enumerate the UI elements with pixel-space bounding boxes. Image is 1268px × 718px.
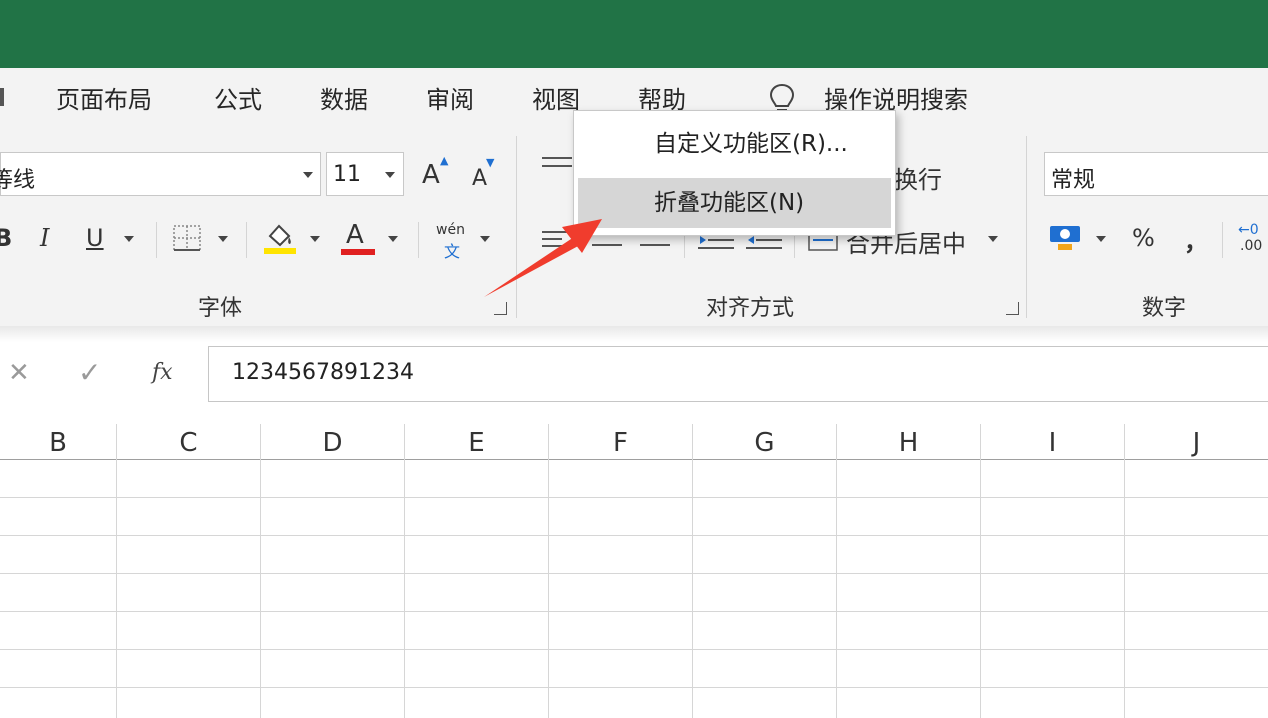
grow-font-button[interactable]: A ▲ (422, 154, 448, 190)
shrink-font-button[interactable]: A ▼ (472, 156, 494, 191)
group-label-alignment: 对齐方式 (706, 296, 795, 321)
font-size-dropdown[interactable]: 11 (326, 152, 404, 196)
tab-data[interactable]: 数据 (320, 80, 368, 115)
grid-line (692, 424, 693, 718)
column-header-f[interactable]: F (549, 426, 692, 460)
column-header-g[interactable]: G (693, 426, 836, 460)
column-header-d[interactable]: D (261, 426, 404, 460)
collapse-ribbon-item[interactable]: 折叠功能区(N) (578, 178, 891, 228)
chevron-down-icon (303, 172, 313, 178)
grid-line (0, 611, 1268, 612)
grid-line (836, 424, 837, 718)
formula-value: 1234567891234 (232, 360, 414, 385)
column-header-c[interactable]: C (117, 426, 260, 460)
font-size-value: 11 (333, 162, 361, 187)
chevron-down-icon[interactable] (218, 236, 228, 242)
column-header-h[interactable]: H (837, 426, 980, 460)
group-divider (1026, 136, 1027, 318)
align-top-icon[interactable] (542, 156, 572, 176)
grow-font-label: A (422, 160, 440, 190)
alignment-dialog-launcher-icon[interactable] (1006, 302, 1019, 315)
sheet-gap (0, 408, 1268, 424)
customize-ribbon-item[interactable]: 自定义功能区(R)... (578, 119, 891, 169)
group-label-number: 数字 (1142, 296, 1187, 321)
decrease-decimal-top[interactable]: ←0 (1238, 222, 1259, 238)
divider (1222, 222, 1223, 258)
phonetic-guide-bottom[interactable]: 文 (444, 238, 460, 262)
divider (156, 222, 157, 258)
tab-edge-fragment (0, 88, 4, 106)
comma-button[interactable]: ， (1184, 222, 1208, 257)
font-name-value: 等线 (0, 168, 36, 193)
chevron-down-icon[interactable] (124, 236, 134, 242)
borders-icon[interactable] (172, 224, 202, 252)
grid-line (0, 649, 1268, 650)
cancel-icon[interactable]: ✕ (8, 358, 30, 388)
chevron-down-icon[interactable] (988, 236, 998, 242)
divider (418, 222, 419, 258)
font-color-bar (341, 249, 375, 255)
tab-review[interactable]: 审阅 (426, 80, 474, 115)
font-color-button[interactable]: A (346, 220, 364, 250)
chevron-down-icon[interactable] (388, 236, 398, 242)
grid-line (1124, 424, 1125, 718)
font-name-dropdown[interactable]: 等线 (0, 152, 321, 196)
column-header-i[interactable]: I (981, 426, 1124, 460)
caret-down-icon: ▼ (486, 156, 495, 169)
chevron-down-icon[interactable] (1096, 236, 1106, 242)
accounting-format-icon[interactable] (1048, 222, 1086, 254)
title-bar (0, 0, 1268, 68)
grid-line (980, 424, 981, 718)
ribbon-shadow (0, 326, 1268, 342)
italic-button[interactable]: I (40, 224, 49, 252)
grid-line (0, 573, 1268, 574)
number-format-dropdown[interactable]: 常规 (1044, 152, 1268, 196)
insert-function-icon[interactable]: fx (152, 360, 173, 385)
chevron-down-icon (385, 172, 395, 178)
column-header-j[interactable]: J (1125, 426, 1268, 460)
grid-line (0, 687, 1268, 688)
grid-line (260, 424, 261, 718)
decrease-decimal-bottom[interactable]: .00 (1240, 238, 1262, 254)
tab-page-layout[interactable]: 页面布局 (56, 80, 152, 115)
number-format-value: 常规 (1051, 168, 1096, 193)
phonetic-guide-top[interactable]: wén (436, 222, 465, 238)
grid-line (548, 424, 549, 718)
annotation-arrow-icon (484, 219, 602, 297)
grid-line (404, 424, 405, 718)
column-header-e[interactable]: E (405, 426, 548, 460)
column-header-b[interactable]: B (0, 426, 116, 460)
grid-line (116, 424, 117, 718)
shrink-font-label: A (472, 166, 488, 191)
grid-line (0, 535, 1268, 536)
percent-button[interactable]: % (1132, 224, 1155, 252)
bold-button[interactable]: B (0, 224, 12, 252)
chevron-down-icon[interactable] (310, 236, 320, 242)
divider (246, 222, 247, 258)
underline-button[interactable]: U (86, 224, 104, 252)
caret-up-icon: ▲ (440, 154, 449, 167)
grid-line (0, 497, 1268, 498)
tab-formulas[interactable]: 公式 (214, 80, 262, 115)
fill-color-icon[interactable] (262, 220, 298, 256)
check-icon[interactable]: ✓ (78, 356, 101, 389)
wrap-text-button[interactable]: 换行 (894, 160, 942, 195)
align-right-icon[interactable] (640, 236, 670, 250)
group-label-font: 字体 (198, 296, 243, 321)
